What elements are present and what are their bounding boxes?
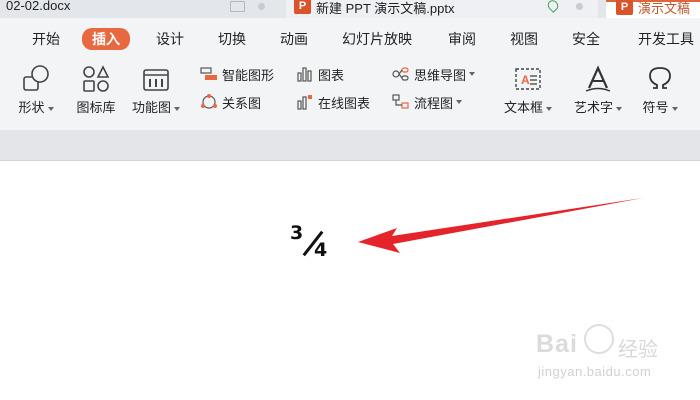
chevron-down-icon — [546, 106, 552, 111]
tab-status-dot-icon — [258, 3, 265, 10]
fraction-numerator: 3 — [290, 222, 304, 244]
shape-label: 形状 — [18, 100, 45, 115]
chart-label: 图表 — [318, 67, 345, 83]
insert-ribbon: 形状 图标库 功能图 智能图形 关系图 图表 在线图表 思维导图 流程图 A 文… — [0, 58, 700, 130]
menu-design[interactable]: 设计 — [156, 29, 184, 49]
online-chart-icon — [297, 95, 312, 110]
menu-animation[interactable]: 动画 — [280, 29, 308, 49]
icon-library-button[interactable]: 图标库 — [66, 62, 126, 122]
smart-graphic-icon — [200, 67, 217, 80]
bar-chart-icon — [297, 67, 312, 82]
baidu-paw-icon — [584, 324, 614, 354]
mind-map-button[interactable]: 思维导图 — [392, 64, 476, 84]
chevron-down-icon — [47, 106, 54, 111]
location-pin-icon — [545, 0, 561, 13]
ppt-file-icon: P — [294, 0, 311, 14]
relation-chart-icon — [201, 94, 217, 109]
relation-chart-label: 关系图 — [222, 95, 262, 111]
watermark-brand: Bai — [536, 330, 578, 358]
online-chart-label: 在线图表 — [318, 95, 371, 111]
flowchart-label: 流程图 — [414, 95, 454, 111]
shape-icon — [23, 65, 49, 91]
fraction-denominator: 4 — [314, 239, 328, 261]
wordart-icon — [585, 65, 611, 92]
tab-docx-label: 02-02.docx — [6, 0, 71, 13]
chart-button[interactable]: 图表 — [296, 64, 344, 84]
tab-presentation-label: 演示文稿 — [638, 1, 691, 16]
symbol-button[interactable]: 符号 — [630, 62, 690, 122]
smart-graphic-button[interactable]: 智能图形 — [200, 64, 274, 84]
monitor-icon[interactable] — [230, 1, 245, 12]
flowchart-button[interactable]: 流程图 — [392, 92, 463, 112]
menu-home[interactable]: 开始 — [32, 29, 60, 49]
function-chart-icon — [143, 69, 169, 91]
shape-button[interactable]: 形状 — [6, 62, 66, 122]
menu-security[interactable]: 安全 — [572, 29, 600, 49]
chevron-down-icon — [671, 106, 678, 111]
menu-slideshow[interactable]: 幻灯片放映 — [342, 29, 412, 49]
tab-status-dot-icon — [576, 3, 583, 10]
svg-text:A: A — [521, 73, 530, 87]
three-quarters-fraction-symbol[interactable]: 3 4 — [288, 222, 334, 262]
online-chart-button[interactable]: 在线图表 — [296, 92, 370, 112]
menu-view[interactable]: 视图 — [510, 29, 538, 49]
textbox-icon: A — [515, 68, 541, 90]
tab-docx[interactable]: 02-02.docx — [0, 0, 276, 18]
watermark-url: jingyan.baidu.com — [538, 364, 652, 379]
chevron-down-icon — [616, 106, 622, 111]
baidu-jingyan-watermark: Bai 经验 jingyan.baidu.com — [532, 324, 692, 384]
tab-presentation-active[interactable]: P 演示文稿 — [606, 0, 700, 18]
symbol-label: 符号 — [642, 100, 669, 115]
ribbon-collapsed-strip — [0, 130, 700, 161]
wordart-button[interactable]: 艺术字 — [568, 62, 628, 122]
wordart-label: 艺术字 — [573, 100, 613, 115]
watermark-brand-cn: 经验 — [618, 339, 658, 361]
textbox-label: 文本框 — [503, 100, 543, 115]
menu-transition[interactable]: 切换 — [218, 29, 246, 49]
tab-pptx-label: 新建 PPT 演示文稿.pptx — [316, 1, 455, 16]
chevron-down-icon — [174, 106, 180, 111]
icon-library-label: 图标库 — [76, 100, 116, 115]
document-tab-bar: 02-02.docx P 新建 PPT 演示文稿.pptx P 演示文稿 — [0, 0, 700, 18]
smart-graphic-label: 智能图形 — [222, 67, 275, 83]
ppt-file-icon: P — [616, 0, 633, 15]
chevron-down-icon — [469, 72, 476, 76]
omega-symbol-icon — [649, 67, 671, 89]
arrow-head-icon — [358, 198, 643, 253]
flowchart-icon — [392, 94, 409, 109]
mind-map-label: 思维导图 — [414, 67, 467, 83]
relation-chart-button[interactable]: 关系图 — [200, 92, 261, 112]
tab-pptx[interactable]: P 新建 PPT 演示文稿.pptx — [286, 0, 598, 18]
function-chart-label: 功能图 — [131, 100, 171, 115]
menu-developer[interactable]: 开发工具 — [638, 29, 694, 49]
menu-insert[interactable]: 插入 — [82, 28, 130, 50]
function-chart-button[interactable]: 功能图 — [126, 62, 186, 122]
chevron-down-icon — [456, 100, 463, 104]
icon-library-icon — [83, 65, 110, 92]
menu-review[interactable]: 审阅 — [448, 29, 476, 49]
textbox-button[interactable]: A 文本框 — [498, 62, 558, 122]
mind-map-icon — [392, 67, 409, 81]
ribbon-menu-bar: 开始 插入 设计 切换 动画 幻灯片放映 审阅 视图 安全 开发工具 — [0, 18, 700, 58]
